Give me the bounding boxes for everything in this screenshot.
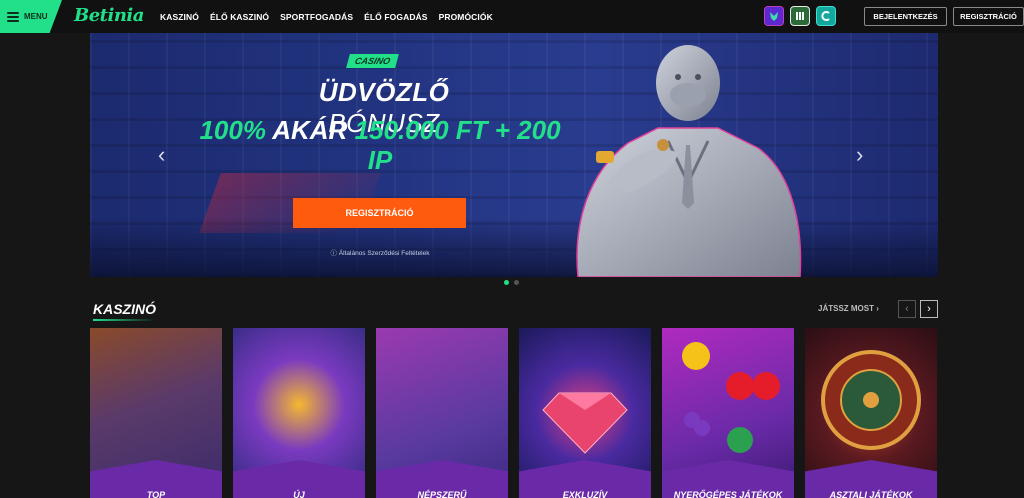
nav-sports-betting[interactable]: SPORTFOGADÁS	[280, 12, 353, 22]
partner-badges	[764, 6, 836, 26]
section-underline	[93, 319, 155, 321]
nav-live-betting[interactable]: ÉLŐ FOGADÁS	[364, 12, 427, 22]
card-label: NYERŐGÉPES JÁTÉKOK	[673, 490, 783, 498]
category-card-new[interactable]: ÚJ	[233, 328, 365, 498]
nav-casino[interactable]: KASZINÓ	[160, 12, 199, 22]
card-label: ÚJ	[293, 490, 305, 498]
top-header: MENU Betinia KASZINÓ ÉLŐ KASZINÓ SPORTFO…	[0, 0, 1024, 33]
hero-prev-arrow[interactable]: ‹	[158, 144, 165, 166]
card-label: NÉPSZERŰ	[417, 490, 467, 498]
hero-title-bold: ÜDVÖZLŐ	[318, 77, 450, 107]
hero-next-arrow[interactable]: ›	[856, 144, 863, 166]
hero-banner[interactable]: CASINO ÜDVÖZLŐ BÓNUSZ 100% AKÁR 150.000 …	[90, 33, 938, 277]
register-button[interactable]: REGISZTRÁCIÓ	[953, 7, 1024, 26]
play-now-label: JÁTSSZ MOST	[818, 304, 875, 313]
nav-live-casino[interactable]: ÉLŐ KASZINÓ	[210, 12, 269, 22]
card-label: TOP	[146, 490, 166, 498]
terms-link[interactable]: ⓘ Általános Szerződési Feltételek	[290, 247, 470, 257]
menu-button[interactable]: MENU	[0, 0, 62, 33]
carousel-dot[interactable]	[514, 280, 519, 285]
chevron-right-icon: ›	[876, 304, 879, 313]
wolf-emblem-icon[interactable]	[764, 6, 784, 26]
category-card-table-games[interactable]: ASZTALI JÁTÉKOK	[805, 328, 937, 498]
cards-prev-button[interactable]: ‹	[898, 300, 916, 318]
offer-percent: 100%	[199, 115, 266, 145]
card-label: ASZTALI JÁTÉKOK	[829, 490, 913, 498]
login-button[interactable]: BEJELENTKEZÉS	[864, 7, 947, 26]
casino-category-cards: TOP ÚJ NÉPSZERŰ EXKLUZÍV NYERŐGÉPES JÁTÉ…	[90, 328, 937, 498]
nav-promotions[interactable]: PROMÓCIÓK	[439, 12, 493, 22]
betinia-logo[interactable]: Betinia	[74, 5, 144, 26]
main-nav: KASZINÓ ÉLŐ KASZINÓ SPORTFOGADÁS ÉLŐ FOG…	[160, 0, 493, 33]
hero-offer: 100% AKÁR 150.000 FT + 200 IP	[190, 115, 570, 175]
card-label: EXKLUZÍV	[562, 490, 608, 498]
cards-next-button[interactable]: ›	[920, 300, 938, 318]
casino-section-title: KASZINÓ	[93, 301, 156, 317]
casino-tag: CASINO	[346, 54, 399, 68]
hero-register-button[interactable]: REGISZTRÁCIÓ	[293, 198, 466, 228]
hamburger-icon	[7, 11, 19, 22]
cyan-c-emblem-icon[interactable]	[816, 6, 836, 26]
gorilla-mascot-image	[576, 45, 802, 277]
category-card-top[interactable]: TOP	[90, 328, 222, 498]
category-card-exclusive[interactable]: EXKLUZÍV	[519, 328, 651, 498]
category-card-slots[interactable]: NYERŐGÉPES JÁTÉKOK	[662, 328, 794, 498]
play-now-link[interactable]: JÁTSSZ MOST ›	[818, 304, 879, 313]
offer-up-to: AKÁR	[272, 115, 348, 145]
carousel-dot[interactable]	[504, 280, 509, 285]
category-card-popular[interactable]: NÉPSZERŰ	[376, 328, 508, 498]
offer-amount: 150.000 FT + 200 IP	[354, 115, 561, 175]
carousel-dots	[504, 280, 519, 285]
menu-label: MENU	[24, 12, 48, 21]
stadium-emblem-icon[interactable]	[790, 6, 810, 26]
hero-fade	[90, 217, 938, 277]
